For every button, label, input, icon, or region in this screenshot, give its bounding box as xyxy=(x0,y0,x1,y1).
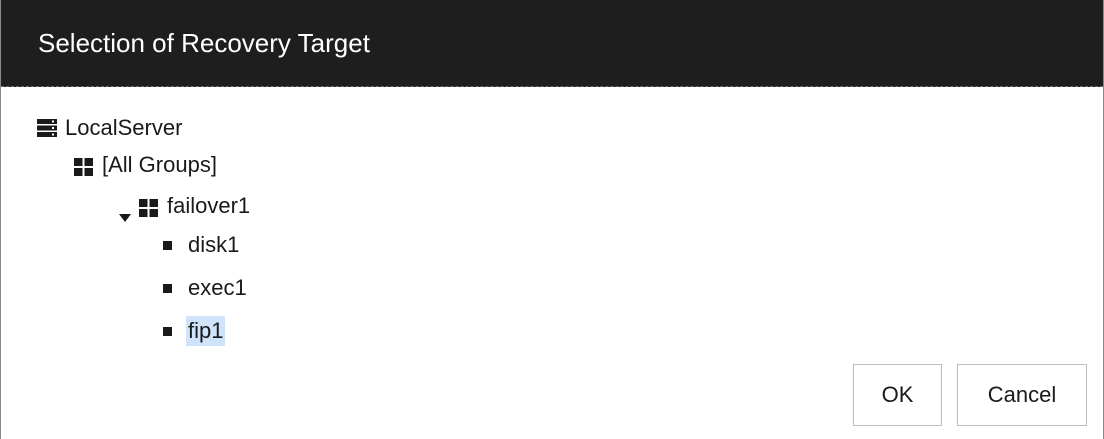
tree-node-resource-exec1[interactable]: exec1 xyxy=(163,272,249,304)
tree-node-label: failover1 xyxy=(167,193,251,218)
tree-node-label-selected: fip1 xyxy=(186,316,226,346)
bullet-icon xyxy=(163,240,172,250)
tree-node-label: exec1 xyxy=(188,275,247,300)
group-icon xyxy=(139,197,158,217)
tree-node-resource-fip1[interactable]: fip1 xyxy=(163,315,226,347)
bullet-icon xyxy=(163,283,172,293)
tree-node-label: LocalServer xyxy=(65,115,183,140)
cancel-button[interactable]: Cancel xyxy=(957,364,1087,426)
tree-node-group-failover1[interactable]: failover1 xyxy=(119,190,252,222)
group-icon xyxy=(74,156,93,176)
server-icon xyxy=(37,118,57,138)
ok-button[interactable]: OK xyxy=(853,364,942,426)
recovery-target-dialog: Selection of Recovery Target LocalServer xyxy=(0,0,1104,439)
chevron-down-icon[interactable] xyxy=(119,202,131,222)
tree-node-server[interactable]: LocalServer xyxy=(37,112,184,144)
tree-node-all-groups[interactable]: [All Groups] xyxy=(74,149,219,181)
tree-node-resource-disk1[interactable]: disk1 xyxy=(163,229,241,261)
tree-node-label: disk1 xyxy=(188,232,240,257)
tree-node-label: [All Groups] xyxy=(102,152,217,177)
dialog-titlebar: Selection of Recovery Target xyxy=(1,0,1103,87)
bullet-icon xyxy=(163,326,172,336)
dialog-title: Selection of Recovery Target xyxy=(38,28,370,58)
